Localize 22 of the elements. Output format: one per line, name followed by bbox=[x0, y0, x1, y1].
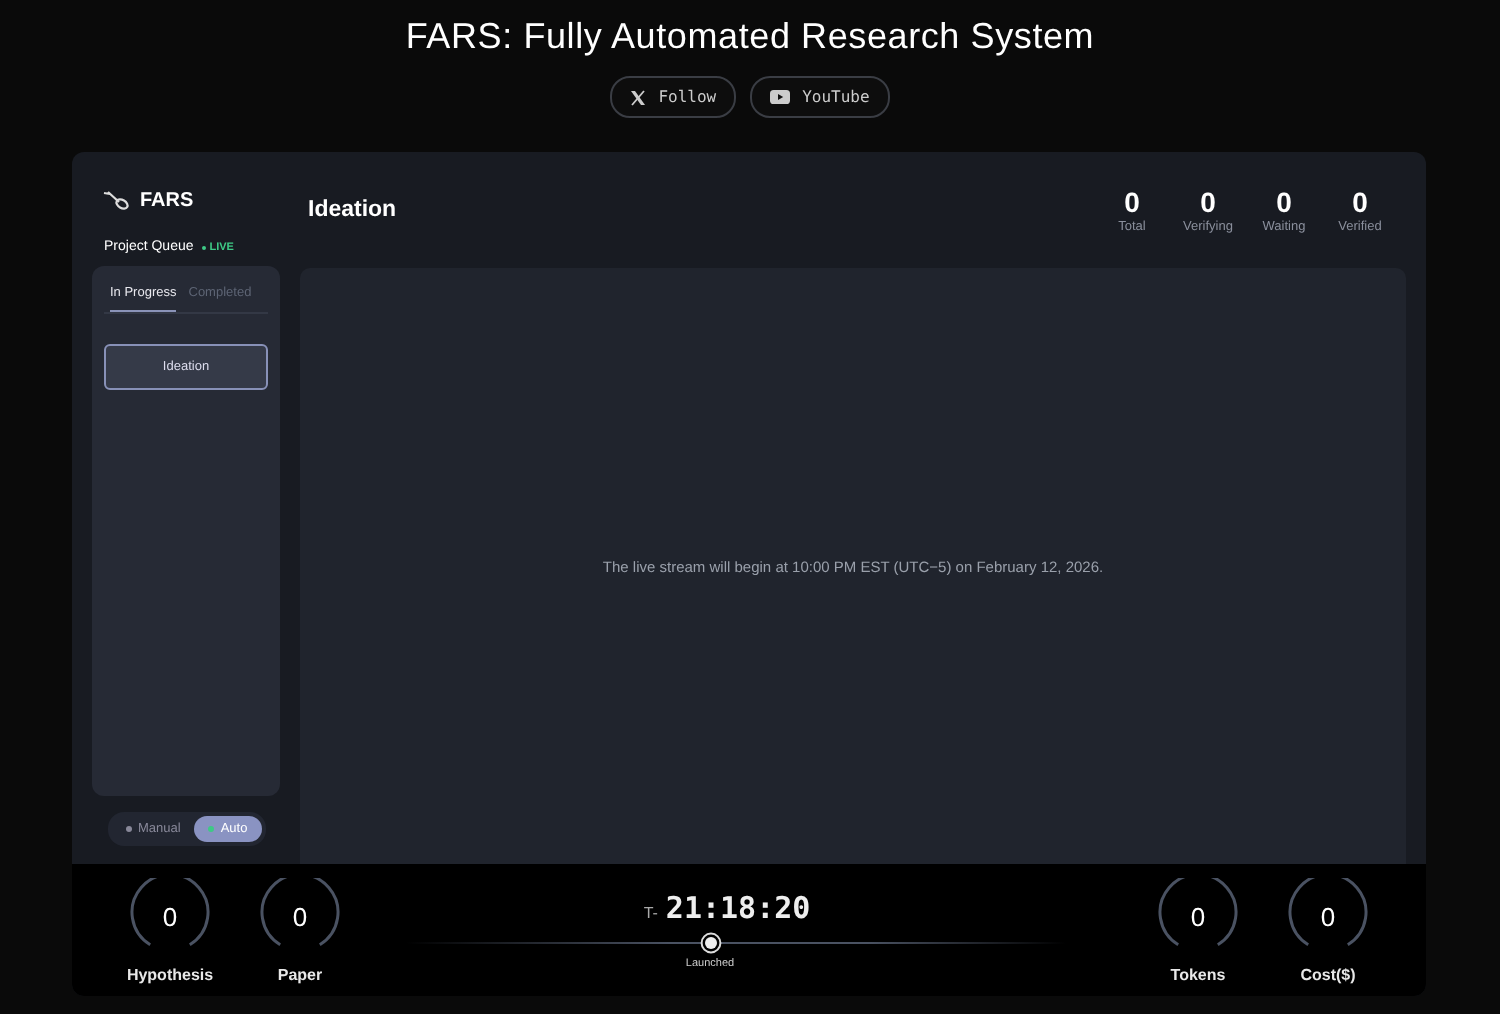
play-button-icon bbox=[770, 90, 791, 104]
section-heading: Ideation bbox=[308, 198, 397, 222]
link-button[interactable]: Follow bbox=[610, 76, 737, 118]
stat-value: 0 bbox=[1200, 186, 1216, 218]
stat-value: 0 bbox=[1352, 186, 1368, 218]
dial-label: Hypothesis bbox=[126, 965, 214, 983]
link-button[interactable]: YouTube bbox=[750, 76, 890, 118]
x-logo-icon bbox=[630, 89, 647, 105]
dial-label: Paper bbox=[277, 965, 323, 983]
stat-value: 0 bbox=[1276, 186, 1292, 218]
dial-value: 0 bbox=[1190, 903, 1206, 931]
dial-value: 0 bbox=[1320, 903, 1336, 931]
dial-label: Cost($) bbox=[1300, 965, 1356, 983]
countdown-timer: 21:18:20 bbox=[665, 890, 811, 926]
dial-value: 0 bbox=[292, 903, 308, 931]
page-title: FARS: Fully Automated Research System bbox=[405, 14, 1095, 58]
milestone-marker-icon bbox=[699, 932, 721, 954]
dial-label: Tokens bbox=[1170, 965, 1226, 983]
dial-value: 0 bbox=[162, 903, 178, 931]
brand-name: FARS bbox=[140, 189, 194, 211]
stat-value: 0 bbox=[1124, 186, 1140, 218]
countdown-prefix: T- bbox=[643, 904, 658, 922]
